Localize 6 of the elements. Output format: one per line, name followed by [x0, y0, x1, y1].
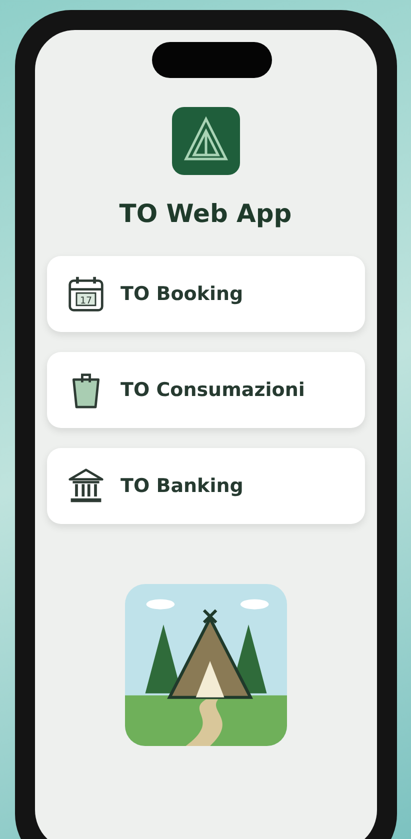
menu-item[interactable]: TO Banking — [46, 448, 364, 524]
tent-logo-icon — [172, 107, 240, 175]
bank-icon — [66, 467, 104, 505]
app-title: TO Web App — [119, 199, 292, 228]
menu-item[interactable]: 17 TO Booking — [46, 256, 364, 332]
menu-item[interactable]: TO Consumazioni — [46, 352, 364, 428]
